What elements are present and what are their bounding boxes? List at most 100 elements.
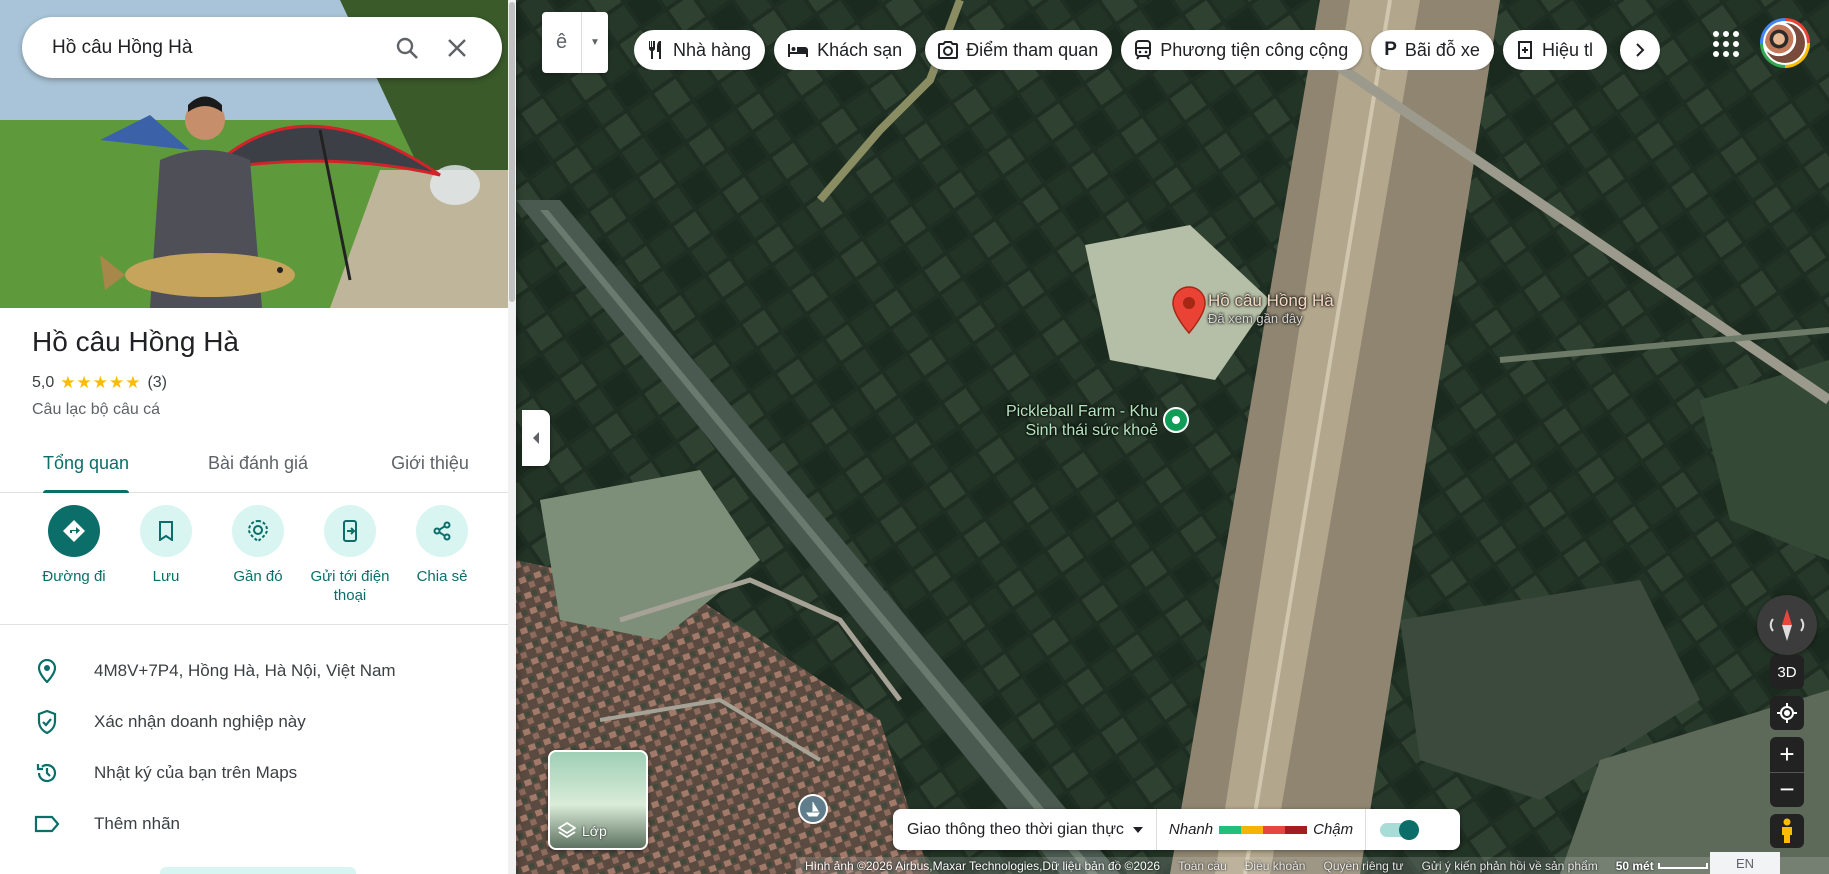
scrollbar-thumb[interactable] [509,2,515,302]
info-address[interactable]: 4M8V+7P4, Hồng Hà, Hà Nội, Việt Nam [0,645,516,696]
restaurant-icon [648,41,661,59]
traffic-mode-select[interactable]: Giao thông theo thời gian thực [893,809,1157,850]
send-to-phone-button[interactable]: Gửi tới điện thoại [304,505,396,624]
action-label: Chia sẻ [416,568,468,585]
save-button[interactable]: Lưu [120,505,212,624]
search-icon [396,37,418,59]
google-apps-button[interactable] [1708,26,1744,62]
share-button[interactable]: Chia sẻ [396,505,488,624]
selected-place-pin[interactable] [1172,286,1206,339]
share-circle [416,505,468,557]
star-rating-icon: ★★★★★ [60,373,142,392]
chip-restaurants[interactable]: Nhà hàng [634,30,766,70]
chevron-left-icon [533,432,539,444]
chip-label: Điểm tham quan [966,39,1099,60]
avatar-photo [1763,21,1807,65]
input-method-switcher[interactable]: ê ▼ [542,12,608,73]
chip-hotels[interactable]: Khách sạn [774,30,917,70]
search-button[interactable] [382,23,432,73]
selected-place-label[interactable]: Hồ câu Hồng Hà Đã xem gần đây [1208,291,1334,326]
zoom-controls: + − [1770,737,1804,807]
traffic-slow-label: Chậm [1313,821,1354,838]
category-chips: Nhà hàng Khách sạn Điểm tham quan Phương… [634,30,1659,70]
chip-label: Hiệu tl [1541,39,1593,60]
caret-down-icon [1132,826,1143,833]
info-claim-business[interactable]: Xác nhận doanh nghiệp này [0,696,516,747]
my-location-button[interactable] [1770,696,1804,730]
nearby-circle [232,505,284,557]
tab-about[interactable]: Giới thiệu [344,438,516,492]
info-text: Thêm nhãn [94,813,180,833]
language-button[interactable]: EN [1710,852,1780,874]
street-view-pegman[interactable] [1770,814,1804,848]
footer-link-global[interactable]: Toàn cầu [1169,859,1236,873]
traffic-color-slow [1263,825,1286,834]
pegman-icon [1782,818,1792,843]
poi-label-line1: Pickleball Farm - Khu [1005,403,1158,420]
info-maps-history[interactable]: Nhật ký của bạn trên Maps [0,747,516,798]
info-text: 4M8V+7P4, Hồng Hà, Hà Nội, Việt Nam [94,660,396,680]
chips-scroll-right-button[interactable] [1620,30,1660,70]
close-icon [448,38,466,57]
panel-peek-button[interactable] [160,867,356,874]
place-side-panel: Hồ câu Hồng Hà 5,0 ★★★★★ (3) Câu lạc bộ … [0,0,516,874]
green-poi-icon [1163,407,1189,433]
layers-icon [558,822,576,839]
chip-label: Bãi đỗ xe [1404,39,1480,60]
ime-key[interactable]: ê [542,12,582,73]
info-add-label[interactable]: Thêm nhãn [0,798,516,849]
compass-button[interactable] [1757,595,1817,655]
zoom-out-button[interactable]: − [1770,773,1804,808]
pin-subtitle: Đã xem gần đây [1208,311,1303,326]
rating-row[interactable]: 5,0 ★★★★★ (3) [32,373,167,393]
chevron-down-icon[interactable]: ▼ [582,12,608,73]
account-avatar[interactable] [1760,18,1810,68]
traffic-toggle-wrap [1366,809,1430,850]
collapse-panel-button[interactable] [522,410,550,466]
traffic-legend-bar: Giao thông theo thời gian thực Nhanh Chậ… [893,809,1460,850]
tab-reviews[interactable]: Bài đánh giá [172,438,344,492]
3d-label: 3D [1777,663,1797,681]
map-scale[interactable]: 50 mét [1607,859,1717,873]
zoom-in-button[interactable]: + [1770,737,1804,772]
chip-label: Phương tiện công cộng [1160,39,1349,60]
traffic-toggle[interactable] [1380,819,1420,840]
poi-pin[interactable] [1163,407,1189,442]
layers-button[interactable]: Lớp [548,750,648,850]
chip-transit[interactable]: Phương tiện công cộng [1121,30,1363,70]
traffic-speed-legend: Nhanh Chậm [1157,809,1367,850]
footer-link-terms[interactable]: Điều khoản [1236,859,1315,873]
footer-link-feedback[interactable]: Gửi ý kiến phản hồi về sản phẩm [1413,859,1607,873]
3d-toggle-button[interactable]: 3D [1770,655,1804,689]
review-count[interactable]: (3) [147,374,167,392]
place-category[interactable]: Câu lạc bộ câu cá [32,401,160,419]
transit-icon [1135,40,1152,60]
poi-label[interactable]: Pickleball Farm - Khu Sinh thái sức khoẻ [976,402,1158,440]
nearby-icon [247,520,269,542]
search-input[interactable] [52,36,382,59]
nearby-button[interactable]: Gần đó [212,505,304,624]
scale-label: 50 mét [1615,858,1654,873]
chip-label: Nhà hàng [673,39,752,60]
chip-pharmacy[interactable]: Hiệu tl [1502,30,1607,70]
panel-scrollbar[interactable] [508,0,516,874]
traffic-fast-label: Nhanh [1168,821,1214,838]
chip-attractions[interactable]: Điểm tham quan [925,30,1113,70]
traffic-color-fast [1219,825,1242,834]
chip-parking[interactable]: P Bãi đỗ xe [1371,30,1494,70]
send-to-phone-icon [343,520,357,542]
chip-label: Khách sạn [817,39,903,60]
action-label: Gửi tới điện thoại [310,568,390,604]
compass-icon [1769,609,1805,641]
clear-search-button[interactable] [432,23,482,73]
footer-link-privacy[interactable]: Quyền riêng tư [1314,859,1412,873]
chevron-right-icon [1636,43,1645,57]
directions-button[interactable]: Đường đi [28,505,120,624]
rating-value: 5,0 [32,374,55,391]
poi-label-line2: Sinh thái sức khoẻ [1025,422,1158,439]
pin-title: Hồ câu Hồng Hà [1208,291,1334,310]
tab-overview[interactable]: Tổng quan [0,438,172,493]
label-icon [34,811,60,837]
boat-poi-icon[interactable] [798,794,828,824]
info-text: Nhật ký của bạn trên Maps [94,762,298,782]
